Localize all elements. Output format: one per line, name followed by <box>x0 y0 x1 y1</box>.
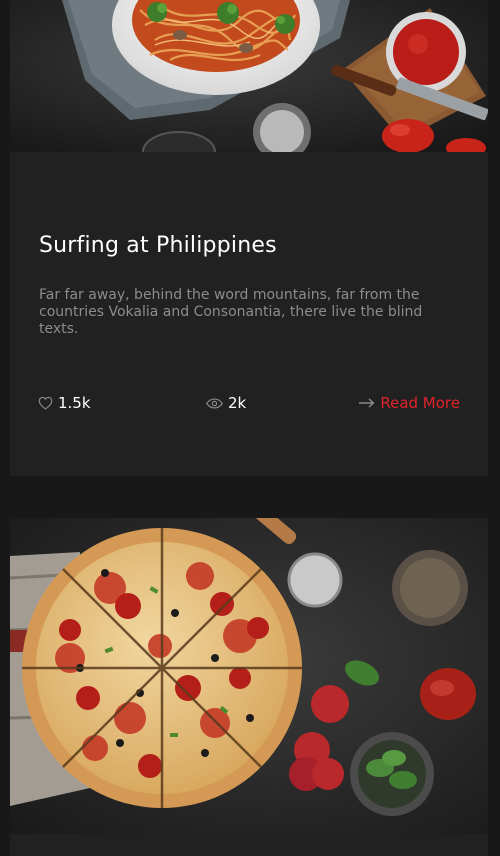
likes-counter[interactable]: 1.5k <box>38 392 91 414</box>
likes-count: 1.5k <box>58 394 91 412</box>
read-more-link[interactable]: Read More <box>380 394 460 412</box>
read-more-link-wrap[interactable]: Read More <box>359 392 460 414</box>
post-title[interactable]: Surfing at Philippines <box>39 233 277 258</box>
heart-icon <box>38 396 53 410</box>
views-count: 2k <box>228 394 247 412</box>
blog-feed: Surfing at Philippines Far far away, beh… <box>0 0 500 856</box>
blog-card: Surfing at Philippines Far far away, beh… <box>10 0 488 476</box>
views-counter: 2k <box>206 392 246 414</box>
eye-icon <box>206 398 223 409</box>
pizza-illustration <box>10 518 488 834</box>
post-excerpt: Far far away, behind the word mountains,… <box>39 287 423 337</box>
card-image-spaghetti[interactable] <box>10 0 488 152</box>
blog-card <box>10 518 488 856</box>
card-image-pizza[interactable] <box>10 518 488 834</box>
arrow-right-icon <box>359 398 375 408</box>
spaghetti-dish-illustration <box>10 0 488 152</box>
